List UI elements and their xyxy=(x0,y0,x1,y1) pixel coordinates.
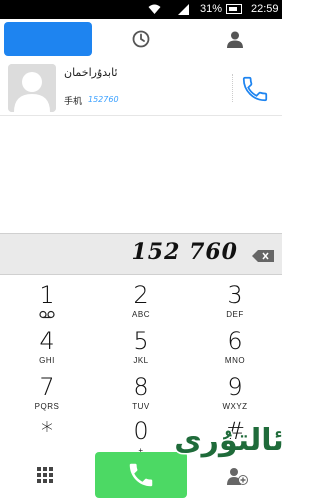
key-5[interactable]: 5 JKL xyxy=(94,321,188,369)
key-7[interactable]: 7 PQRS xyxy=(0,367,94,415)
svg-text:ئالتۇرى: ئالتۇرى xyxy=(176,423,282,458)
call-button[interactable] xyxy=(95,452,187,498)
divider xyxy=(232,74,233,102)
number-type-label: 手机 xyxy=(64,97,83,107)
key-1[interactable]: 1 xyxy=(0,275,94,323)
avatar xyxy=(8,64,56,112)
entered-number: 152 760 xyxy=(131,239,238,265)
call-contact-button[interactable] xyxy=(240,74,270,104)
key-4[interactable]: 4 GHI xyxy=(0,321,94,369)
watermark-logo: ئالتۇرى xyxy=(176,422,282,460)
key-2[interactable]: 2 ABC xyxy=(94,275,188,323)
battery-icon xyxy=(226,4,242,14)
battery-percent: 31% xyxy=(200,3,223,15)
wifi-icon xyxy=(148,4,161,14)
phone-icon xyxy=(129,463,153,487)
tab-recent[interactable] xyxy=(96,22,186,56)
dialpad-toggle-icon[interactable] xyxy=(36,466,54,484)
key-8[interactable]: 8 TUV xyxy=(94,367,188,415)
key-3[interactable]: 3 DEF xyxy=(188,275,282,323)
tab-dialer[interactable] xyxy=(4,22,92,56)
voicemail-icon xyxy=(39,310,55,319)
clock-icon xyxy=(132,30,150,48)
tab-contacts[interactable] xyxy=(190,22,280,56)
number-display: 152 760 xyxy=(0,233,282,275)
signal-icon xyxy=(178,4,189,15)
contact-number: 152760 xyxy=(88,95,119,104)
default-avatar-icon xyxy=(8,64,56,112)
key-6[interactable]: 6 MNO xyxy=(188,321,282,369)
backspace-icon[interactable] xyxy=(252,250,274,262)
contact-name: ئابدۇراخمان xyxy=(64,66,118,79)
status-bar: 31% 22:59 xyxy=(0,0,282,19)
person-icon xyxy=(227,31,243,48)
tab-bar xyxy=(0,19,282,59)
clock-time: 22:59 xyxy=(251,3,279,15)
